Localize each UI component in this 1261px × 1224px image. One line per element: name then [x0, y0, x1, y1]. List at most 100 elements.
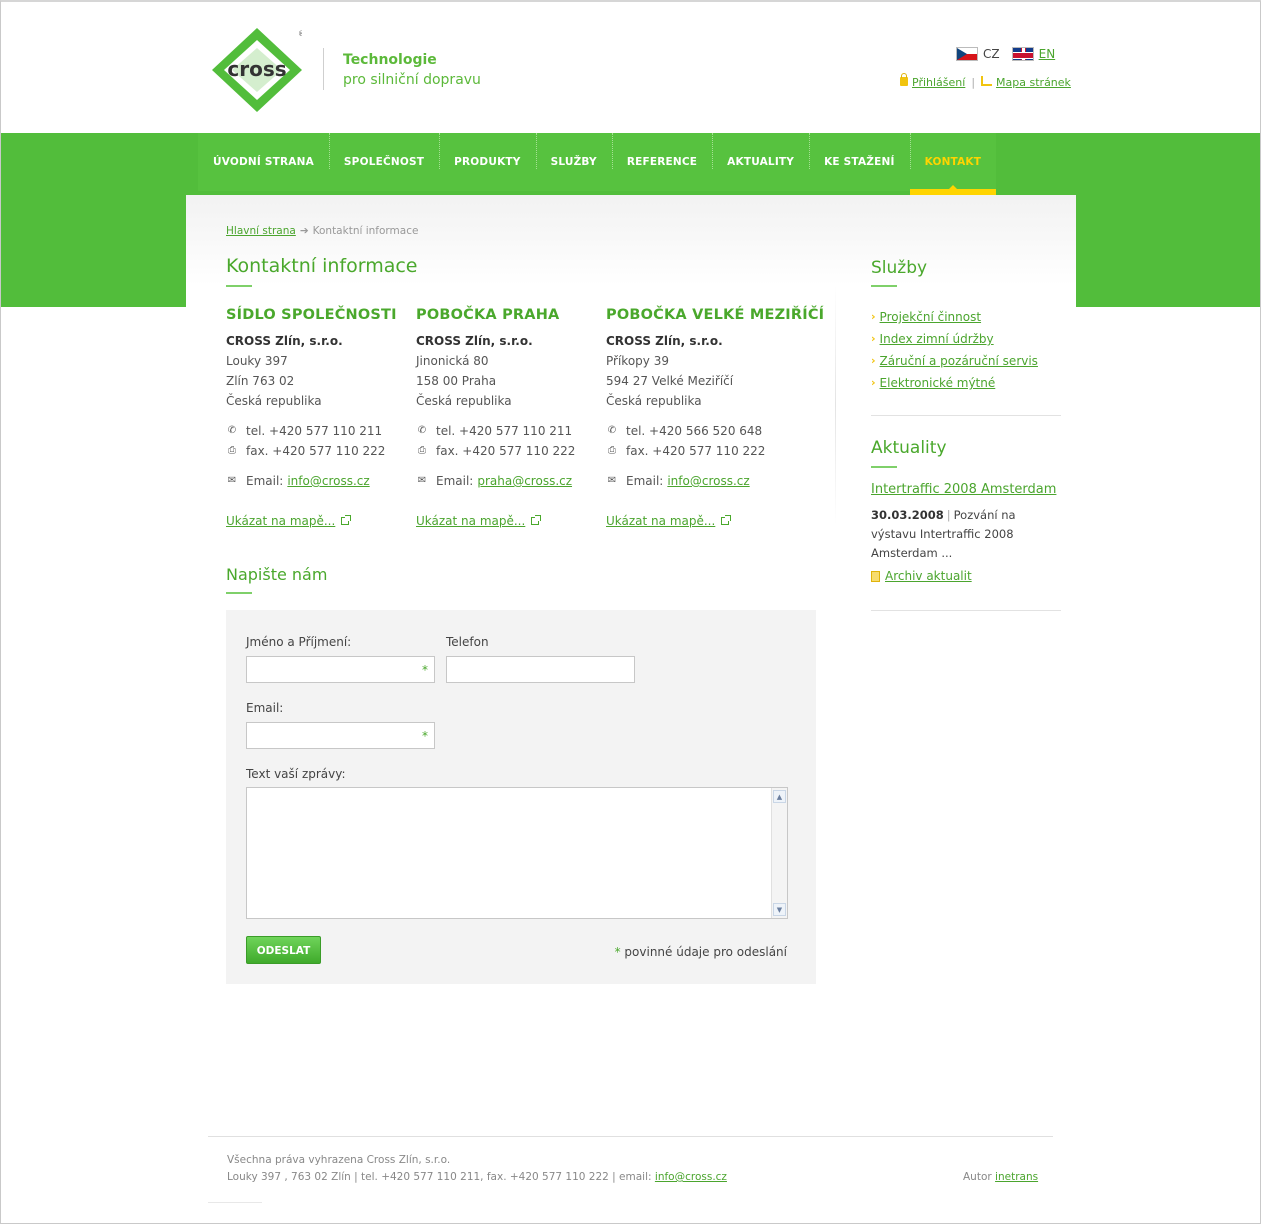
breadcrumb-current: Kontaktní informace [312, 225, 419, 237]
breadcrumb-home[interactable]: Hlavní strana [226, 225, 296, 237]
news-title: Aktuality [871, 438, 947, 458]
nav-ke-stazeni[interactable]: KE STAŽENÍ [809, 133, 909, 191]
news-underline [871, 466, 897, 468]
document-icon [871, 570, 880, 582]
name-input[interactable]: * [246, 656, 435, 683]
required-mark: * [614, 945, 621, 959]
email-label: Email: [246, 701, 284, 715]
fax-icon: ⎙ [418, 445, 426, 456]
office-company: CROSS Zlín, s.r.o. [226, 334, 343, 348]
office-country: Česká republika [226, 394, 322, 408]
services-item: › Index zimní údržby [871, 328, 1038, 350]
service-link[interactable]: Elektronické mýtné [880, 372, 996, 394]
main-nav: ÚVODNÍ STRANA SPOLEČNOST PRODUKTY SLUŽBY… [198, 133, 997, 195]
external-link-icon [531, 515, 542, 525]
external-link-icon [721, 515, 732, 525]
uk-flag-icon [1011, 47, 1034, 61]
phone-icon: ✆ [417, 425, 427, 436]
office-tel: tel. +420 566 520 648 [626, 424, 763, 438]
login-link[interactable]: Přihlášení [912, 76, 965, 89]
news-item: 30.03.2008 | Pozvání na výstavu Intertraff… [871, 506, 1061, 563]
services-list: › Projekční činnost › Index zimní údržby ›… [871, 306, 1038, 394]
chevron-right-icon: › [871, 376, 876, 389]
lang-en[interactable]: EN [1011, 47, 1056, 61]
phone-input[interactable] [446, 656, 635, 683]
office-email-label: Email: [436, 474, 474, 488]
show-map-link[interactable]: Ukázat na mapě... [226, 514, 335, 528]
nav-reference[interactable]: REFERENCE [611, 133, 712, 191]
top-links: Přihlášení | Mapa stránek [900, 73, 1071, 89]
sidebar-divider [871, 610, 1061, 611]
footer-divider [208, 1136, 1053, 1137]
office-country: Česká republika [606, 394, 702, 408]
email-input[interactable]: * [246, 722, 435, 749]
service-link[interactable]: Projekční činnost [880, 306, 982, 328]
page-title: Kontaktní informace [226, 255, 418, 277]
footer-address-text: Louky 397 , 763 02 Zlín | tel. +420 577 … [227, 1171, 652, 1183]
phone-label: Telefon [446, 635, 489, 649]
services-underline [871, 285, 897, 287]
fax-icon: ⎙ [608, 445, 616, 456]
sitemap-link[interactable]: Mapa stránek [996, 76, 1071, 89]
office-heading: POBOČKA PRAHA [416, 307, 560, 323]
scroll-up-icon[interactable]: ▲ [773, 790, 786, 803]
office-email-link[interactable]: praha@cross.cz [477, 471, 572, 491]
office-fax: fax. +420 577 110 222 [246, 444, 386, 458]
logo-divider [323, 48, 324, 90]
scroll-down-icon[interactable]: ▼ [773, 903, 786, 916]
title-underline [226, 285, 252, 287]
nav-uvodni-strana[interactable]: ÚVODNÍ STRANA [198, 133, 329, 191]
mail-icon: ✉ [417, 475, 427, 486]
required-note-text: povinné údaje pro odeslání [624, 945, 787, 959]
lang-en-link[interactable]: EN [1039, 47, 1056, 61]
nav-aktuality[interactable]: AKTUALITY [712, 133, 809, 191]
services-title: Služby [871, 258, 928, 278]
tagline-line-1: Technologie [343, 52, 437, 68]
services-item: › Projekční činnost [871, 306, 1038, 328]
nav-spolecnost[interactable]: SPOLEČNOST [328, 133, 439, 191]
czech-flag-icon [956, 47, 978, 61]
required-mark: * [422, 663, 428, 677]
message-textarea[interactable]: ▲ ▼ [246, 787, 788, 919]
office-city: Zlín 763 02 [226, 374, 295, 388]
show-map-link[interactable]: Ukázat na mapě... [416, 514, 525, 528]
office-street: Louky 397 [226, 354, 288, 368]
office-city: 158 00 Praha [416, 374, 497, 388]
office-company: CROSS Zlín, s.r.o. [416, 334, 533, 348]
office-heading: SÍDLO SPOLEČNOSTI [226, 307, 397, 323]
office-street: Jinonická 80 [416, 354, 489, 368]
office-tel: tel. +420 577 110 211 [246, 424, 383, 438]
form-title: Napište nám [226, 565, 328, 584]
chevron-right-icon: › [871, 310, 876, 323]
office-street: Příkopy 39 [606, 354, 669, 368]
office-email-label: Email: [246, 474, 284, 488]
archive-link[interactable]: Archiv aktualit [885, 569, 972, 583]
footer-author-link[interactable]: inetrans [995, 1171, 1038, 1183]
lang-cz[interactable]: CZ [956, 47, 1000, 61]
nav-sluzby[interactable]: SLUŽBY [535, 133, 612, 191]
breadcrumb-arrow-icon: ➔ [299, 225, 309, 237]
footer-author-label: Autor [963, 1171, 992, 1183]
nav-kontakt[interactable]: KONTAKT [909, 133, 997, 195]
textarea-scrollbar[interactable]: ▲ ▼ [771, 788, 787, 918]
show-map-link[interactable]: Ukázat na mapě... [606, 514, 715, 528]
form-title-underline [226, 592, 252, 594]
footer-rights: Všechna práva vyhrazena Cross Zlín, s.r.… [227, 1154, 451, 1166]
service-link[interactable]: Index zimní údržby [880, 328, 994, 350]
office-velke-mezirici: POBOČKA VELKÉ MEZIŘÍČÍ CROSS Zlín, s.r.o… [606, 305, 826, 531]
service-link[interactable]: Záruční a pozáruční servis [880, 350, 1038, 372]
required-note: * povinné údaje pro odeslání [615, 945, 787, 959]
footer-author: Autor inetrans [963, 1171, 1038, 1183]
message-label: Text vaší zprávy: [246, 767, 346, 781]
footer-email-link[interactable]: info@cross.cz [655, 1171, 727, 1183]
office-email-link[interactable]: info@cross.cz [667, 471, 749, 491]
fax-icon: ⎙ [228, 445, 236, 456]
nav-produkty[interactable]: PRODUKTY [439, 133, 535, 191]
name-label: Jméno a Příjmení: [246, 635, 352, 649]
sidebar-divider [871, 415, 1061, 416]
office-email-link[interactable]: info@cross.cz [287, 471, 369, 491]
cross-logo[interactable]: cross ® [212, 28, 302, 112]
news-headline-link[interactable]: Intertraffic 2008 Amsterdam [871, 482, 1056, 497]
submit-button[interactable]: ODESLAT [246, 936, 321, 964]
news-date: 30.03.2008 [871, 508, 944, 522]
